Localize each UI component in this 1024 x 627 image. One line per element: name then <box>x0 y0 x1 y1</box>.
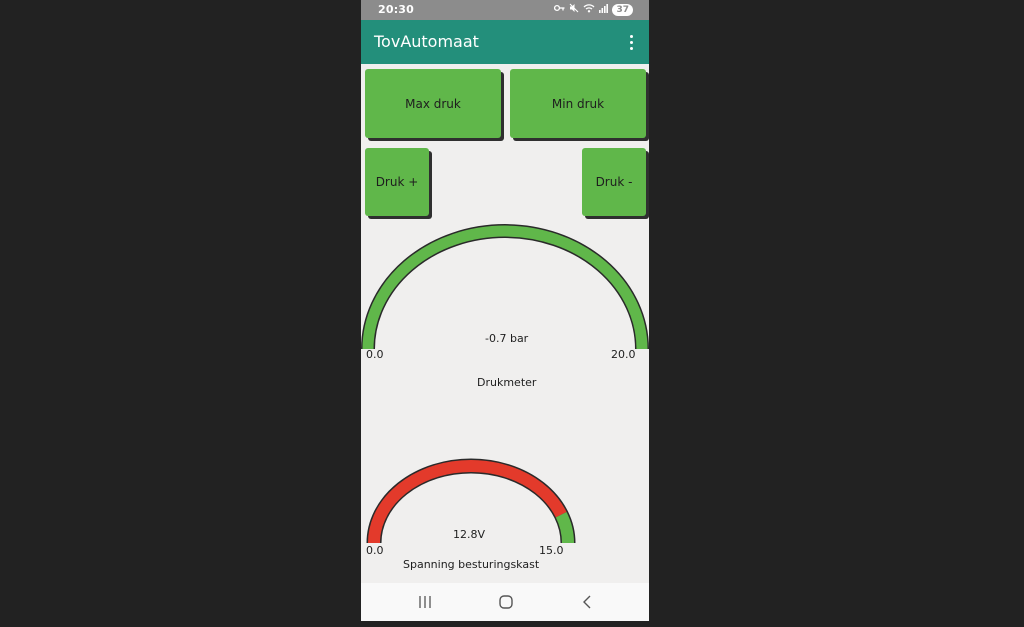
voltage-gauge-green-segment <box>555 511 574 544</box>
pressure-max-label: 20.0 <box>611 348 636 361</box>
voltage-min-label: 0.0 <box>366 544 384 557</box>
voltage-max-label: 15.0 <box>539 544 564 557</box>
voltage-value: 12.8V <box>453 528 486 541</box>
status-bar: 20:30 37 <box>361 0 649 20</box>
battery-badge: 37 <box>612 4 633 16</box>
back-icon[interactable] <box>575 591 599 613</box>
pressure-gauge-title: Drukmeter <box>477 376 537 389</box>
status-icons: 37 <box>554 3 633 17</box>
min-druk-button[interactable]: Min druk <box>510 69 646 138</box>
key-icon <box>554 4 565 16</box>
home-icon[interactable] <box>494 591 518 613</box>
navigation-bar <box>361 583 649 621</box>
status-time: 20:30 <box>378 3 415 16</box>
max-druk-button[interactable]: Max druk <box>365 69 501 138</box>
druk-minus-button[interactable]: Druk - <box>582 148 646 216</box>
pressure-value: -0.7 bar <box>485 332 529 345</box>
more-vert-icon[interactable] <box>623 32 639 52</box>
app-bar: TovAutomaat <box>361 20 649 64</box>
phone-screen: 20:30 37 TovAutomaat Max druk Min druk D… <box>361 0 649 621</box>
voltage-gauge-title: Spanning besturingskast <box>403 558 540 571</box>
mute-icon <box>569 3 579 17</box>
druk-plus-button[interactable]: Druk + <box>365 148 429 216</box>
voltage-gauge <box>366 458 576 544</box>
signal-icon <box>599 3 609 17</box>
wifi-icon <box>583 3 595 17</box>
app-title: TovAutomaat <box>374 32 479 51</box>
recents-icon[interactable] <box>413 591 437 613</box>
pressure-min-label: 0.0 <box>366 348 384 361</box>
